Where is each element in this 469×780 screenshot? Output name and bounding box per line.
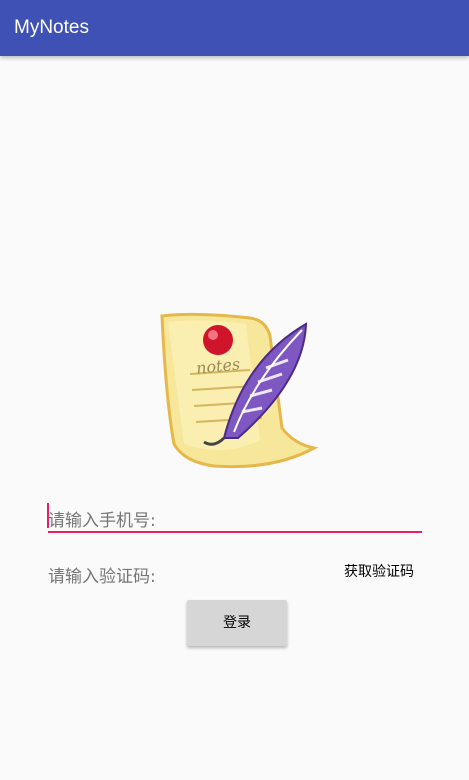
app-title: MyNotes xyxy=(14,17,89,38)
phone-placeholder: 请输入手机号: xyxy=(48,511,156,531)
notes-logo-icon: notes xyxy=(154,310,319,470)
phone-input[interactable]: 请输入手机号: xyxy=(47,500,422,533)
verification-code-input[interactable]: 请输入验证码: xyxy=(48,556,308,590)
login-button[interactable]: 登录 xyxy=(187,600,287,646)
get-code-button[interactable]: 获取验证码 xyxy=(338,558,420,586)
app-bar: MyNotes xyxy=(0,0,469,56)
code-placeholder: 请输入验证码: xyxy=(48,567,156,587)
